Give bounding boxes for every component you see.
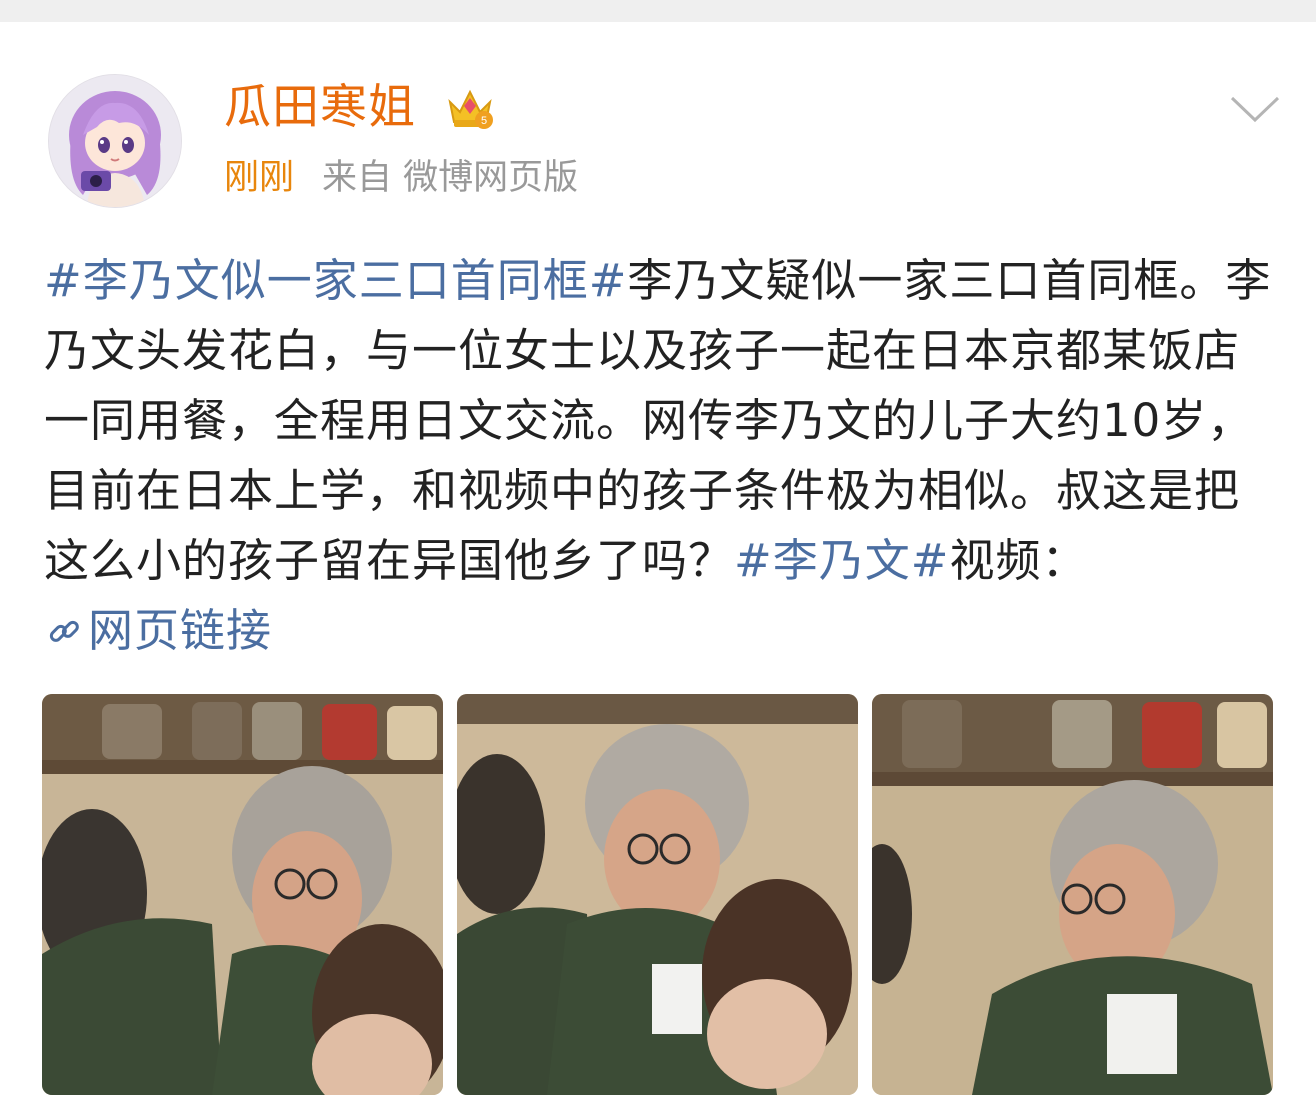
web-link[interactable]: 网页链接 xyxy=(44,604,272,657)
vip-crown-icon: 5 xyxy=(444,82,496,134)
photo-2[interactable] xyxy=(457,694,858,1095)
link-icon xyxy=(44,602,84,642)
hashtag-link[interactable]: #李乃文# xyxy=(734,534,949,587)
photo-3[interactable] xyxy=(872,694,1273,1095)
avatar[interactable] xyxy=(48,74,182,208)
photo-1[interactable] xyxy=(42,694,443,1095)
username[interactable]: 瓜田寒姐 xyxy=(224,80,416,136)
top-bar xyxy=(0,0,1316,22)
web-link-label: 网页链接 xyxy=(88,604,273,657)
hashtag-link[interactable]: #李乃文似一家三口首同框# xyxy=(44,254,627,307)
svg-text:5: 5 xyxy=(481,115,487,127)
post-time: 刚刚 xyxy=(224,158,295,198)
post-content: #李乃文似一家三口首同框#李乃文疑似一家三口首同框。李乃文头发花白，与一位女士以… xyxy=(44,246,1276,666)
post-text: 视频： xyxy=(949,534,1088,587)
post-source[interactable]: 来自 微博网页版 xyxy=(322,158,578,198)
chevron-down-icon[interactable] xyxy=(1228,92,1282,126)
post-meta: 刚刚 来自 微博网页版 xyxy=(224,156,578,200)
